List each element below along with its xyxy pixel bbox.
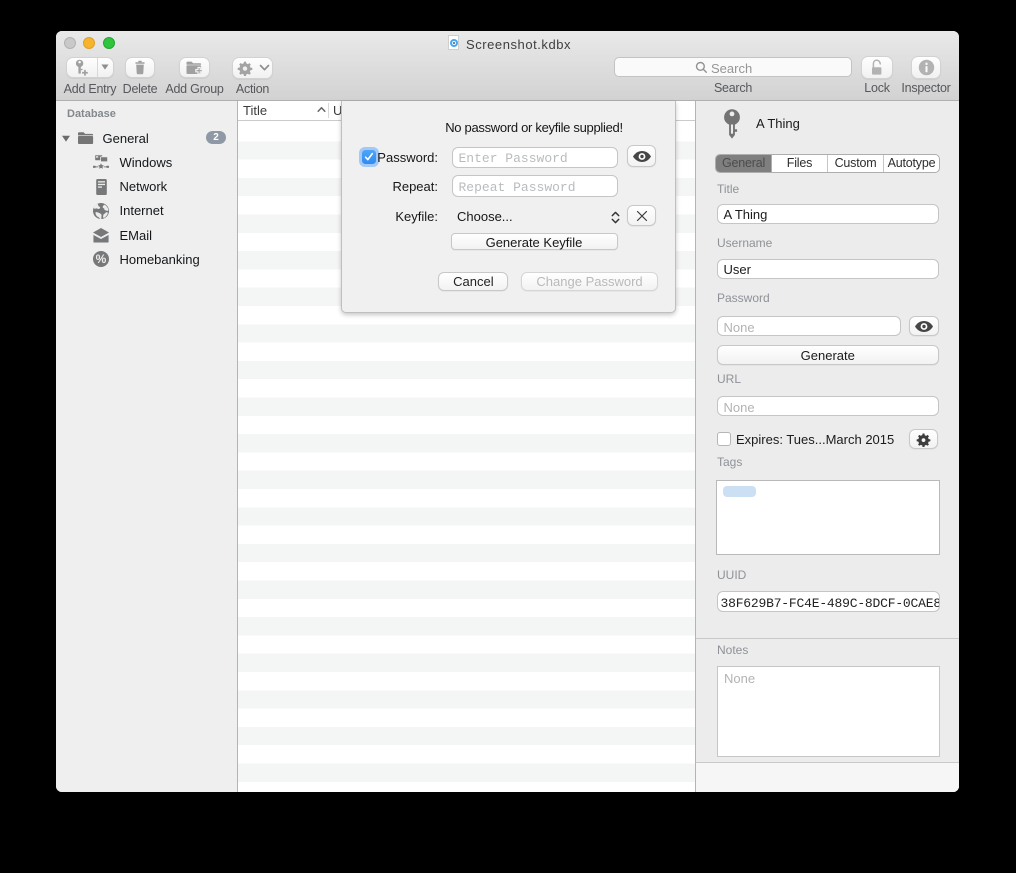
svg-text:%: % <box>96 252 107 266</box>
